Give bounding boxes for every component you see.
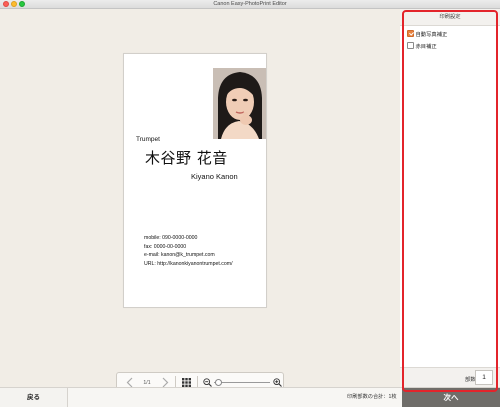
red-eye-option[interactable]: 赤目補正: [407, 41, 437, 50]
zoom-slider-thumb[interactable]: [215, 379, 222, 386]
total-copies-text: 印刷部数の合計：1枚: [347, 394, 397, 400]
next-button[interactable]: 次へ: [402, 388, 500, 407]
copies-section: 部数 1: [400, 367, 500, 387]
red-eye-checkbox[interactable]: [407, 42, 414, 49]
card-name-japanese: 木谷野 花音: [145, 149, 228, 167]
auto-photo-fix-checkbox[interactable]: [407, 30, 414, 37]
panel-title: 印刷設定: [400, 9, 500, 26]
auto-photo-fix-label: 自動写真補正: [415, 31, 448, 38]
zoom-out-icon: [202, 378, 212, 387]
copies-input[interactable]: 1: [475, 370, 493, 385]
preview-canvas: Trumpet 木谷野 花音 Kiyano Kanon mobile: 090-…: [0, 9, 400, 393]
auto-photo-fix-option[interactable]: 自動写真補正: [407, 29, 447, 38]
print-settings-panel: 印刷設定 自動写真補正 赤目補正 部数 1: [400, 9, 500, 387]
card-email: e-mail: kanon@k_trumpet.com: [144, 252, 215, 259]
card-contacts: mobile: 090-0000-0000 fax: 0000-00-0000 …: [144, 234, 233, 268]
card-url: URL: http://kanonkiyanontrumpet.com/: [144, 260, 233, 267]
card-name-english: Kiyano Kanon: [191, 172, 238, 181]
footer-bar: 戻る 印刷部数の合計：1枚 次へ: [0, 387, 500, 407]
card-mobile: mobile: 090-0000-0000: [144, 235, 198, 241]
title-bar: Canon Easy-PhotoPrint Editor: [0, 0, 500, 9]
grid-icon: [181, 378, 191, 387]
business-card-preview[interactable]: Trumpet 木谷野 花音 Kiyano Kanon mobile: 090-…: [123, 53, 267, 308]
card-fax: fax: 0000-00-0000: [144, 243, 187, 250]
zoom-in-icon: [272, 378, 282, 387]
back-button[interactable]: 戻る: [0, 388, 68, 407]
zoom-slider-track[interactable]: [214, 382, 270, 383]
portrait-photo[interactable]: [213, 68, 266, 139]
window-title: Canon Easy-PhotoPrint Editor: [213, 1, 287, 7]
card-company: Trumpet: [136, 136, 160, 143]
red-eye-label: 赤目補正: [415, 43, 437, 50]
